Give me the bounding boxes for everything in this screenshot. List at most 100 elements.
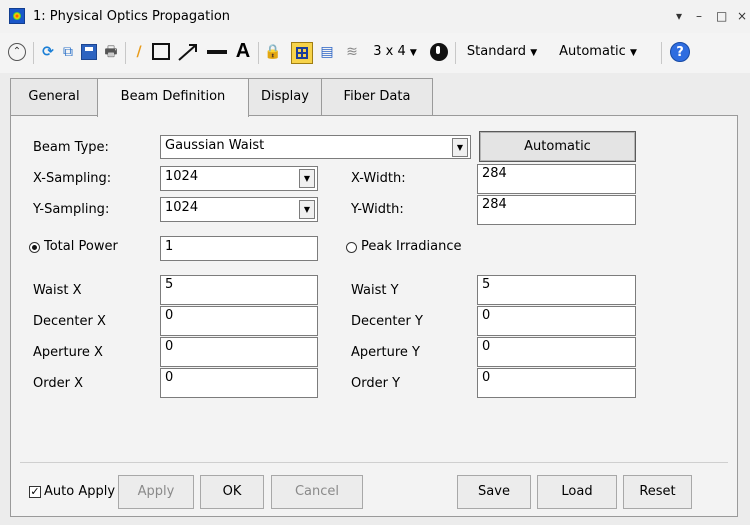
beam-type-label: Beam Type:: [33, 140, 109, 155]
y-width-label: Y-Width:: [351, 202, 404, 217]
x-sampling-select[interactable]: 1024 ▼: [160, 166, 318, 191]
toolbar-separator: [455, 42, 456, 64]
collapse-toolbar-icon[interactable]: ⌃: [8, 43, 26, 61]
waist-x-input[interactable]: 5: [160, 275, 318, 305]
y-width-input[interactable]: 284: [477, 195, 636, 225]
decenter-x-value: 0: [165, 308, 174, 323]
tab-bar: General Beam Definition Display Fiber Da…: [10, 78, 738, 117]
order-y-label: Order Y: [351, 376, 401, 391]
order-y-value: 0: [482, 370, 491, 385]
aperture-x-input[interactable]: 0: [160, 337, 318, 367]
beam-type-select[interactable]: Gaussian Waist ▼: [160, 135, 471, 159]
waist-y-input[interactable]: 5: [477, 275, 636, 305]
title-bar: 1: Physical Optics Propagation ▾ – □ ×: [0, 0, 750, 33]
lock-icon[interactable]: 🔒: [264, 41, 281, 63]
decenter-y-input[interactable]: 0: [477, 306, 636, 336]
total-power-radio[interactable]: [29, 242, 40, 253]
automatic-label: Automatic: [559, 44, 626, 59]
layout-grid-icon[interactable]: [291, 42, 313, 64]
close-icon[interactable]: ×: [737, 9, 747, 23]
chevron-down-icon: ▼: [629, 48, 637, 58]
ok-button[interactable]: OK: [200, 475, 264, 509]
aperture-y-value: 0: [482, 339, 491, 354]
chevron-down-icon[interactable]: ▼: [452, 138, 468, 157]
automatic-dropdown[interactable]: Automatic ▼: [552, 41, 644, 63]
beam-type-value: Gaussian Waist: [165, 138, 265, 153]
total-power-label[interactable]: Total Power: [44, 238, 118, 256]
toolbar-separator: [258, 42, 259, 64]
chevron-down-icon[interactable]: ▼: [299, 200, 315, 219]
new-window-icon[interactable]: ▤: [318, 41, 336, 63]
tab-beam-definition[interactable]: Beam Definition: [97, 78, 249, 117]
decenter-x-label: Decenter X: [33, 314, 106, 329]
layers-icon[interactable]: ≋: [343, 41, 361, 63]
app-icon: [9, 8, 25, 24]
toolbar: ⌃ ⟳ ⧉ 🖶 / A 🔒 ▤ ≋ 3 x 4 ▼ Standard ▼ Aut…: [0, 33, 750, 73]
y-sampling-label: Y-Sampling:: [33, 202, 110, 217]
reset-button[interactable]: Reset: [623, 475, 692, 509]
save-button[interactable]: Save: [457, 475, 531, 509]
x-sampling-value: 1024: [165, 169, 199, 184]
auto-apply-label[interactable]: Auto Apply: [44, 483, 115, 501]
layout-size-label: 3 x 4: [373, 44, 406, 59]
standard-label: Standard: [466, 44, 527, 59]
order-x-label: Order X: [33, 376, 83, 391]
x-width-label: X-Width:: [351, 171, 406, 186]
peak-irradiance-label[interactable]: Peak Irradiance: [361, 238, 461, 256]
save-icon[interactable]: [81, 44, 97, 60]
total-power-input[interactable]: 1: [160, 236, 318, 261]
tab-general[interactable]: General: [10, 78, 98, 115]
waist-y-label: Waist Y: [351, 283, 399, 298]
cancel-button[interactable]: Cancel: [271, 475, 363, 509]
print-icon[interactable]: 🖶: [102, 41, 120, 63]
footer-divider: [20, 462, 728, 463]
refresh-settings-icon[interactable]: [430, 43, 448, 61]
aperture-y-label: Aperture Y: [351, 345, 420, 360]
aperture-y-input[interactable]: 0: [477, 337, 636, 367]
x-width-input[interactable]: 284: [477, 164, 636, 194]
layout-size-dropdown[interactable]: 3 x 4 ▼: [366, 41, 424, 63]
decenter-x-input[interactable]: 0: [160, 306, 318, 336]
tab-display[interactable]: Display: [248, 78, 322, 115]
minimize-icon[interactable]: –: [696, 9, 702, 23]
chevron-down-icon: ▼: [409, 48, 417, 58]
chevron-down-icon[interactable]: ▼: [299, 169, 315, 188]
order-x-value: 0: [165, 370, 174, 385]
x-sampling-label: X-Sampling:: [33, 171, 112, 186]
aperture-x-value: 0: [165, 339, 174, 354]
line-icon[interactable]: [205, 41, 229, 63]
copy-icon[interactable]: ⧉: [60, 41, 76, 63]
y-sampling-select[interactable]: 1024 ▼: [160, 197, 318, 222]
pencil-icon[interactable]: /: [131, 41, 147, 63]
total-power-value: 1: [165, 239, 174, 254]
window-menu-dropdown-icon[interactable]: ▾: [676, 9, 682, 23]
order-x-input[interactable]: 0: [160, 368, 318, 398]
tab-fiber-data[interactable]: Fiber Data: [321, 78, 433, 115]
apply-button[interactable]: Apply: [118, 475, 194, 509]
x-width-value: 284: [482, 166, 507, 181]
y-width-value: 284: [482, 197, 507, 212]
chevron-down-icon: ▼: [530, 48, 538, 58]
waist-y-value: 5: [482, 277, 491, 292]
toolbar-separator: [125, 42, 126, 64]
y-sampling-value: 1024: [165, 200, 199, 215]
decenter-y-value: 0: [482, 308, 491, 323]
peak-irradiance-radio[interactable]: [346, 242, 357, 253]
maximize-icon[interactable]: □: [716, 9, 727, 23]
window-title: 1: Physical Optics Propagation: [33, 9, 231, 24]
automatic-button[interactable]: Automatic: [479, 131, 636, 162]
load-button[interactable]: Load: [537, 475, 617, 509]
waist-x-value: 5: [165, 277, 174, 292]
rectangle-icon[interactable]: [152, 43, 170, 60]
refresh-icon[interactable]: ⟳: [40, 41, 56, 63]
standard-dropdown[interactable]: Standard ▼: [460, 41, 544, 63]
text-tool-icon[interactable]: A: [233, 40, 253, 62]
decenter-y-label: Decenter Y: [351, 314, 423, 329]
auto-apply-checkbox[interactable]: ✓: [29, 486, 41, 498]
arrow-icon[interactable]: [176, 41, 200, 63]
order-y-input[interactable]: 0: [477, 368, 636, 398]
help-icon[interactable]: ?: [670, 42, 690, 62]
waist-x-label: Waist X: [33, 283, 82, 298]
toolbar-separator: [661, 42, 662, 64]
aperture-x-label: Aperture X: [33, 345, 103, 360]
